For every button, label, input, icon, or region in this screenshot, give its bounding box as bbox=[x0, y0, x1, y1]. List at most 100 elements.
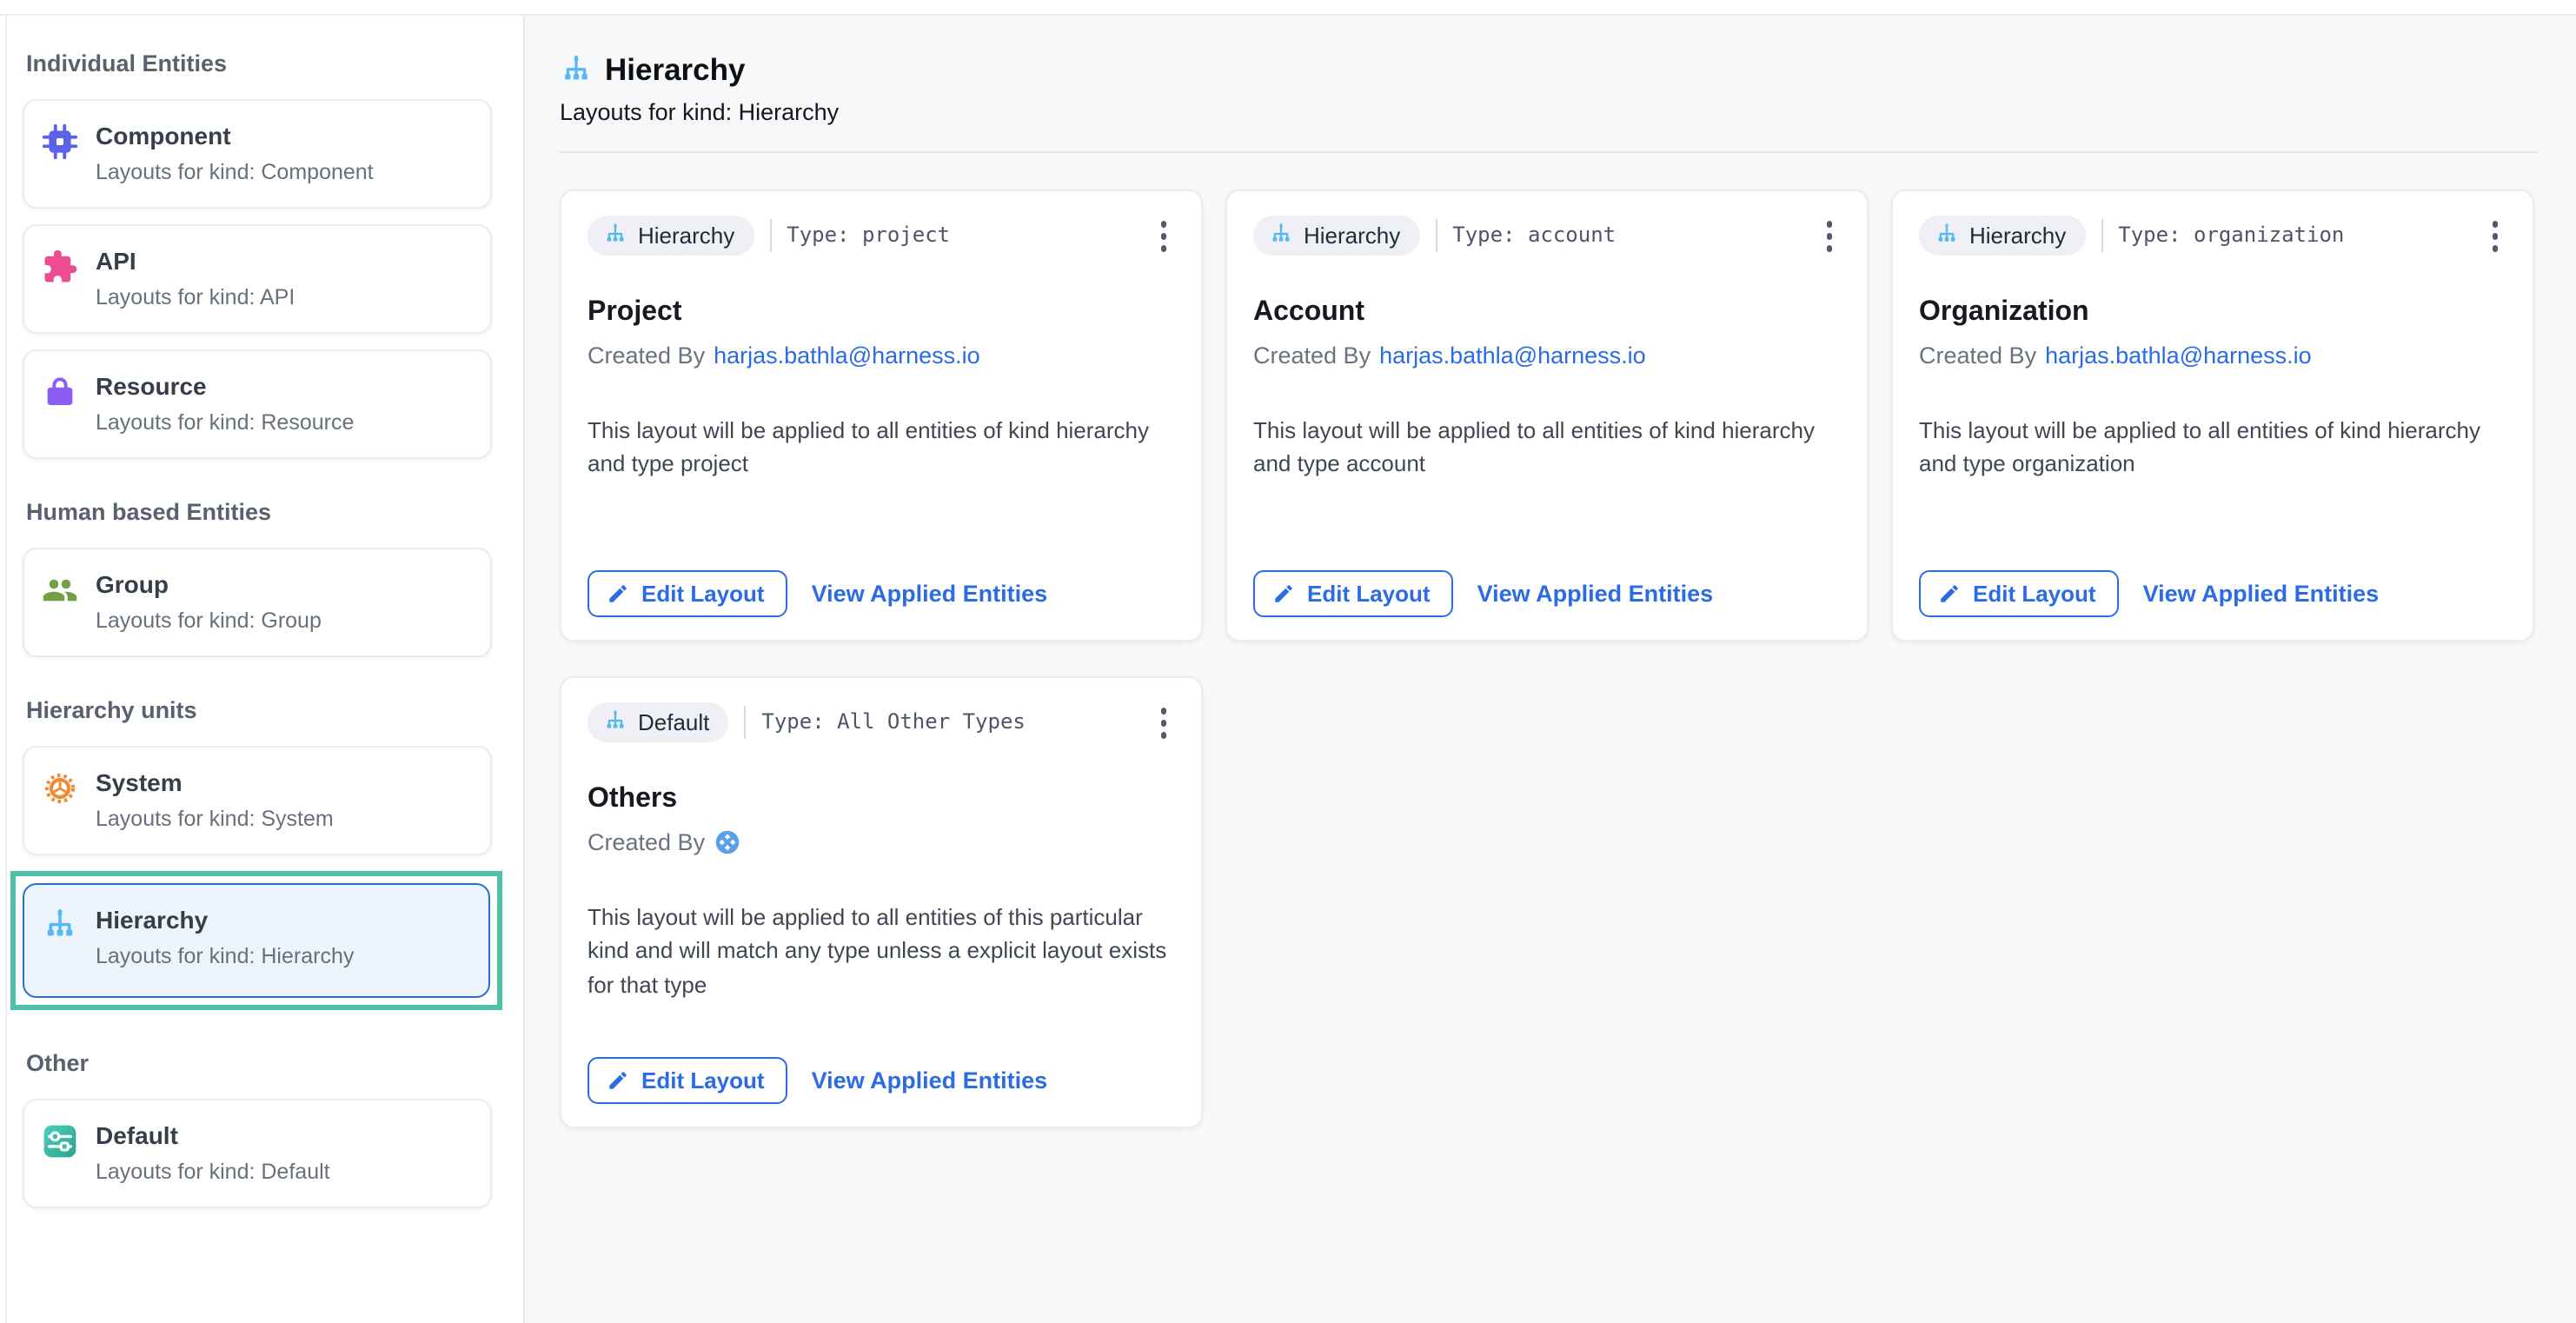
edit-layout-button[interactable]: Edit Layout bbox=[588, 1057, 787, 1104]
kind-badge-label: Default bbox=[638, 709, 709, 735]
hierarchy-icon bbox=[560, 54, 593, 87]
sidebar-item-component[interactable]: Component Layouts for kind: Component bbox=[23, 99, 492, 209]
kind-badge-label: Hierarchy bbox=[1969, 223, 2066, 249]
sidebar-item-hierarchy[interactable]: Hierarchy Layouts for kind: Hierarchy bbox=[23, 883, 490, 998]
hierarchy-icon bbox=[1269, 223, 1293, 248]
sidebar: Individual Entities Component Layouts fo… bbox=[5, 16, 525, 1323]
resource-bag-icon bbox=[42, 374, 78, 410]
edit-layout-label: Edit Layout bbox=[1973, 581, 2096, 607]
sidebar-item-system[interactable]: System Layouts for kind: System bbox=[23, 746, 492, 855]
type-label: Type: project bbox=[787, 223, 950, 248]
section-heading-other: Other bbox=[26, 1050, 492, 1076]
vertical-separator bbox=[744, 706, 746, 739]
edit-layout-label: Edit Layout bbox=[1307, 581, 1431, 607]
sidebar-item-subtitle: Layouts for kind: Component bbox=[96, 159, 374, 183]
hierarchy-icon bbox=[42, 907, 78, 944]
api-puzzle-icon bbox=[42, 249, 78, 285]
layout-cards-grid: Hierarchy Type: project Project Created … bbox=[560, 189, 2538, 1128]
hierarchy-icon bbox=[603, 223, 627, 248]
sidebar-item-title: Component bbox=[96, 122, 374, 152]
kebab-menu-icon[interactable] bbox=[2483, 216, 2506, 256]
component-chip-icon bbox=[42, 123, 78, 160]
sidebar-item-title: Hierarchy bbox=[96, 906, 354, 936]
edit-layout-button[interactable]: Edit Layout bbox=[1919, 570, 2119, 617]
kind-badge: Hierarchy bbox=[588, 216, 754, 256]
section-heading-individual-entities: Individual Entities bbox=[26, 50, 492, 76]
sidebar-item-resource[interactable]: Resource Layouts for kind: Resource bbox=[23, 349, 492, 459]
sidebar-item-title: API bbox=[96, 247, 295, 277]
created-by-link[interactable]: harjas.bathla@harness.io bbox=[1379, 342, 1646, 368]
created-by-label: Created By bbox=[588, 342, 705, 368]
edit-layout-button[interactable]: Edit Layout bbox=[588, 570, 787, 617]
layout-card-account: Hierarchy Type: account Account Created … bbox=[1225, 189, 1869, 642]
page-title: Hierarchy bbox=[605, 52, 746, 89]
kind-badge: Hierarchy bbox=[1919, 216, 2085, 256]
card-description: This layout will be applied to all entit… bbox=[1253, 413, 1841, 481]
sidebar-item-title: System bbox=[96, 768, 334, 799]
vertical-separator bbox=[2101, 219, 2102, 252]
card-title: Account bbox=[1253, 296, 1841, 328]
layout-card-organization: Hierarchy Type: organization Organizatio… bbox=[1891, 189, 2534, 642]
card-description: This layout will be applied to all entit… bbox=[1919, 413, 2506, 481]
layout-card-project: Hierarchy Type: project Project Created … bbox=[560, 189, 1203, 642]
kind-badge: Default bbox=[588, 702, 728, 742]
section-heading-human-based-entities: Human based Entities bbox=[26, 499, 492, 525]
group-people-icon bbox=[42, 572, 78, 608]
sidebar-item-subtitle: Layouts for kind: Hierarchy bbox=[96, 943, 354, 967]
card-title: Project bbox=[588, 296, 1175, 328]
created-by-label: Created By bbox=[1253, 342, 1371, 368]
main-content: Hierarchy Layouts for kind: Hierarchy Hi… bbox=[525, 16, 2576, 1323]
system-gear-icon bbox=[42, 770, 78, 807]
top-strip bbox=[0, 0, 2576, 16]
hierarchy-icon bbox=[1935, 223, 1959, 248]
view-applied-entities-link[interactable]: View Applied Entities bbox=[1477, 581, 1714, 607]
edit-layout-label: Edit Layout bbox=[641, 1067, 765, 1094]
sidebar-item-api[interactable]: API Layouts for kind: API bbox=[23, 224, 492, 334]
view-applied-entities-link[interactable]: View Applied Entities bbox=[812, 1067, 1048, 1094]
hierarchy-icon bbox=[603, 710, 627, 735]
type-label: Type: organization bbox=[2118, 223, 2344, 248]
vertical-separator bbox=[769, 219, 771, 252]
sidebar-item-subtitle: Layouts for kind: System bbox=[96, 806, 334, 830]
sidebar-item-title: Default bbox=[96, 1121, 330, 1152]
edit-layout-label: Edit Layout bbox=[641, 581, 765, 607]
kind-badge: Hierarchy bbox=[1253, 216, 1419, 256]
sidebar-item-default[interactable]: Default Layouts for kind: Default bbox=[23, 1099, 492, 1208]
card-title: Others bbox=[588, 783, 1175, 814]
default-sliders-icon bbox=[42, 1123, 78, 1160]
harness-logo-icon bbox=[714, 828, 740, 854]
created-by-label: Created By bbox=[1919, 342, 2036, 368]
kebab-menu-icon[interactable] bbox=[1817, 216, 1841, 256]
card-title: Organization bbox=[1919, 296, 2506, 328]
sidebar-item-group[interactable]: Group Layouts for kind: Group bbox=[23, 548, 492, 657]
created-by-link[interactable]: harjas.bathla@harness.io bbox=[2045, 342, 2312, 368]
kind-badge-label: Hierarchy bbox=[638, 223, 734, 249]
header-divider bbox=[560, 151, 2538, 153]
created-by-link[interactable]: harjas.bathla@harness.io bbox=[714, 342, 980, 368]
card-description: This layout will be applied to all entit… bbox=[588, 413, 1175, 481]
pencil-icon bbox=[1938, 582, 1961, 605]
sidebar-item-subtitle: Layouts for kind: Default bbox=[96, 1159, 330, 1183]
sidebar-item-title: Resource bbox=[96, 372, 354, 402]
created-by-label: Created By bbox=[588, 828, 705, 854]
view-applied-entities-link[interactable]: View Applied Entities bbox=[812, 581, 1048, 607]
app-root: Individual Entities Component Layouts fo… bbox=[0, 0, 2576, 1323]
layout-card-others: Default Type: All Other Types Others Cre… bbox=[560, 676, 1203, 1128]
pencil-icon bbox=[607, 1069, 629, 1092]
view-applied-entities-link[interactable]: View Applied Entities bbox=[2143, 581, 2380, 607]
kebab-menu-icon[interactable] bbox=[1152, 216, 1175, 256]
edit-layout-button[interactable]: Edit Layout bbox=[1253, 570, 1453, 617]
sidebar-item-subtitle: Layouts for kind: Group bbox=[96, 608, 322, 632]
type-label: Type: All Other Types bbox=[761, 710, 1025, 735]
card-description: This layout will be applied to all entit… bbox=[588, 900, 1175, 1001]
sidebar-item-subtitle: Layouts for kind: API bbox=[96, 284, 295, 309]
pencil-icon bbox=[607, 582, 629, 605]
vertical-separator bbox=[1435, 219, 1437, 252]
kind-badge-label: Hierarchy bbox=[1304, 223, 1400, 249]
kebab-menu-icon[interactable] bbox=[1152, 702, 1175, 743]
section-heading-hierarchy-units: Hierarchy units bbox=[26, 697, 492, 723]
selection-highlight: Hierarchy Layouts for kind: Hierarchy bbox=[10, 871, 502, 1010]
page-subtitle: Layouts for kind: Hierarchy bbox=[560, 99, 2538, 125]
sidebar-item-subtitle: Layouts for kind: Resource bbox=[96, 409, 354, 434]
sidebar-item-title: Group bbox=[96, 570, 322, 601]
